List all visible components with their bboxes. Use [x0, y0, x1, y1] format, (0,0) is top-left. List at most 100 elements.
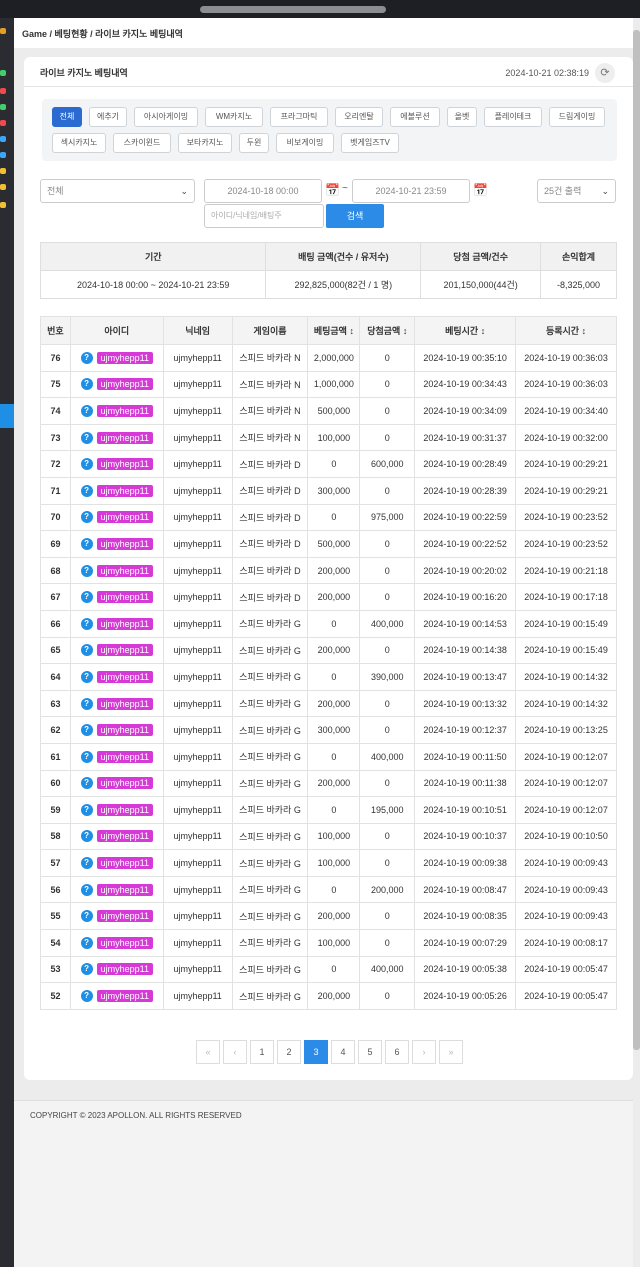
- user-id-tag[interactable]: ujmyhepp11: [96, 803, 153, 816]
- sidebar-active-item[interactable]: [0, 404, 14, 428]
- category-button[interactable]: 비보게이밍: [276, 133, 334, 153]
- page-number-button[interactable]: 5: [358, 1040, 382, 1064]
- category-button[interactable]: 오리엔탈: [335, 107, 383, 127]
- row-bet-time: 2024-10-19 00:14:38: [414, 636, 517, 665]
- category-button[interactable]: 프라그마틱: [270, 107, 328, 127]
- date-from-input[interactable]: 2024-10-18 00:00: [204, 179, 322, 203]
- info-icon[interactable]: ?: [80, 750, 93, 763]
- category-button[interactable]: 보타카지노: [178, 133, 232, 153]
- user-id-tag[interactable]: ujmyhepp11: [96, 990, 153, 1003]
- row-number: 62: [40, 716, 71, 744]
- page-number-button[interactable]: 3: [304, 1040, 328, 1064]
- info-icon[interactable]: ?: [80, 378, 93, 391]
- info-icon[interactable]: ?: [80, 644, 93, 657]
- info-icon[interactable]: ?: [80, 724, 93, 737]
- page-next-button[interactable]: ›: [412, 1040, 436, 1064]
- user-id-tag[interactable]: ujmyhepp11: [96, 378, 153, 391]
- user-id-tag[interactable]: ujmyhepp11: [96, 484, 153, 497]
- user-id-tag[interactable]: ujmyhepp11: [96, 404, 153, 417]
- page-prev-button[interactable]: ‹: [223, 1040, 247, 1064]
- info-icon[interactable]: ?: [80, 697, 93, 710]
- summary-period: 2024-10-18 00:00 ~ 2024-10-21 23:59: [39, 270, 267, 299]
- column-header-sortable[interactable]: 베팅시간 ↕: [414, 316, 517, 345]
- user-id-tag[interactable]: ujmyhepp11: [96, 511, 153, 524]
- info-icon[interactable]: ?: [80, 963, 93, 976]
- category-button[interactable]: 올벳: [447, 107, 477, 127]
- info-icon[interactable]: ?: [80, 351, 93, 364]
- info-icon[interactable]: ?: [80, 830, 93, 843]
- category-button[interactable]: 플레이테크: [484, 107, 542, 127]
- category-button[interactable]: 드림게이밍: [549, 107, 605, 127]
- per-page-select[interactable]: 25건 출력 ⌄: [537, 179, 616, 203]
- info-icon[interactable]: ?: [80, 591, 93, 604]
- column-header-sortable[interactable]: 베팅금액 ↕: [307, 316, 361, 345]
- row-game-name: 스피드 바카라 G: [231, 902, 309, 931]
- category-button[interactable]: 아시아게이밍: [134, 107, 198, 127]
- column-header-sortable[interactable]: 등록시간 ↕: [515, 316, 617, 345]
- user-id-tag[interactable]: ujmyhepp11: [96, 750, 153, 763]
- user-id-tag[interactable]: ujmyhepp11: [96, 644, 153, 657]
- user-id-tag[interactable]: ujmyhepp11: [96, 351, 153, 364]
- info-icon[interactable]: ?: [80, 404, 93, 417]
- date-to-input[interactable]: 2024-10-21 23:59: [352, 179, 470, 203]
- row-bet-time: 2024-10-19 00:14:53: [414, 609, 517, 638]
- info-icon[interactable]: ?: [80, 936, 93, 949]
- info-icon[interactable]: ?: [80, 564, 93, 577]
- table-row: 57? ujmyhepp11 ujmyhepp11 스피드 바카라 G 100,000 0…: [40, 849, 617, 877]
- info-icon[interactable]: ?: [80, 537, 93, 550]
- calendar-icon[interactable]: 📅: [473, 183, 488, 197]
- user-id-tag[interactable]: ujmyhepp11: [96, 883, 153, 896]
- category-button[interactable]: 두윈: [239, 133, 269, 153]
- row-game-name: 스피드 바카라 N: [231, 370, 309, 399]
- user-id-tag[interactable]: ujmyhepp11: [96, 670, 153, 683]
- row-nickname: ujmyhepp11: [162, 450, 233, 478]
- vertical-scrollbar[interactable]: [633, 30, 640, 1050]
- horizontal-scrollbar[interactable]: [200, 6, 386, 13]
- page-first-button[interactable]: «: [196, 1040, 220, 1064]
- page-number-button[interactable]: 2: [277, 1040, 301, 1064]
- info-icon[interactable]: ?: [80, 857, 93, 870]
- user-id-tag[interactable]: ujmyhepp11: [96, 910, 153, 923]
- user-id-tag[interactable]: ujmyhepp11: [96, 936, 153, 949]
- refresh-icon[interactable]: ⟳: [595, 63, 615, 83]
- page-last-button[interactable]: »: [439, 1040, 463, 1064]
- info-icon[interactable]: ?: [80, 990, 93, 1003]
- game-select[interactable]: 전체 ⌄: [40, 179, 195, 203]
- info-icon[interactable]: ?: [80, 617, 93, 630]
- category-button[interactable]: 에추기: [89, 107, 127, 127]
- user-id-tag[interactable]: ujmyhepp11: [96, 963, 153, 976]
- user-id-tag[interactable]: ujmyhepp11: [96, 724, 153, 737]
- user-id-tag[interactable]: ujmyhepp11: [96, 591, 153, 604]
- user-id-tag[interactable]: ujmyhepp11: [96, 564, 153, 577]
- info-icon[interactable]: ?: [80, 511, 93, 524]
- info-icon[interactable]: ?: [80, 670, 93, 683]
- category-button[interactable]: 에볼루션: [390, 107, 440, 127]
- info-icon[interactable]: ?: [80, 458, 93, 471]
- info-icon[interactable]: ?: [80, 883, 93, 896]
- info-icon[interactable]: ?: [80, 803, 93, 816]
- category-all[interactable]: 전체: [52, 107, 82, 127]
- page-number-button[interactable]: 6: [385, 1040, 409, 1064]
- info-icon[interactable]: ?: [80, 777, 93, 790]
- category-button[interactable]: WM카지노: [205, 107, 263, 127]
- info-icon[interactable]: ?: [80, 431, 93, 444]
- user-id-tag[interactable]: ujmyhepp11: [96, 830, 153, 843]
- category-button[interactable]: 섹시카지노: [52, 133, 106, 153]
- search-input[interactable]: 아이디/닉네임/배팅주: [204, 204, 324, 228]
- user-id-tag[interactable]: ujmyhepp11: [96, 697, 153, 710]
- page-number-button[interactable]: 1: [250, 1040, 274, 1064]
- user-id-tag[interactable]: ujmyhepp11: [96, 537, 153, 550]
- category-button[interactable]: 벳게임즈TV: [341, 133, 399, 153]
- user-id-tag[interactable]: ujmyhepp11: [96, 458, 153, 471]
- category-button[interactable]: 스카이윈드: [113, 133, 171, 153]
- info-icon[interactable]: ?: [80, 484, 93, 497]
- calendar-icon[interactable]: 📅: [325, 183, 340, 197]
- column-header-sortable[interactable]: 당첨금액 ↕: [359, 316, 416, 345]
- info-icon[interactable]: ?: [80, 910, 93, 923]
- page-number-button[interactable]: 4: [331, 1040, 355, 1064]
- user-id-tag[interactable]: ujmyhepp11: [96, 777, 153, 790]
- user-id-tag[interactable]: ujmyhepp11: [96, 431, 153, 444]
- user-id-tag[interactable]: ujmyhepp11: [96, 617, 153, 630]
- search-button[interactable]: 검색: [326, 204, 384, 228]
- user-id-tag[interactable]: ujmyhepp11: [96, 857, 153, 870]
